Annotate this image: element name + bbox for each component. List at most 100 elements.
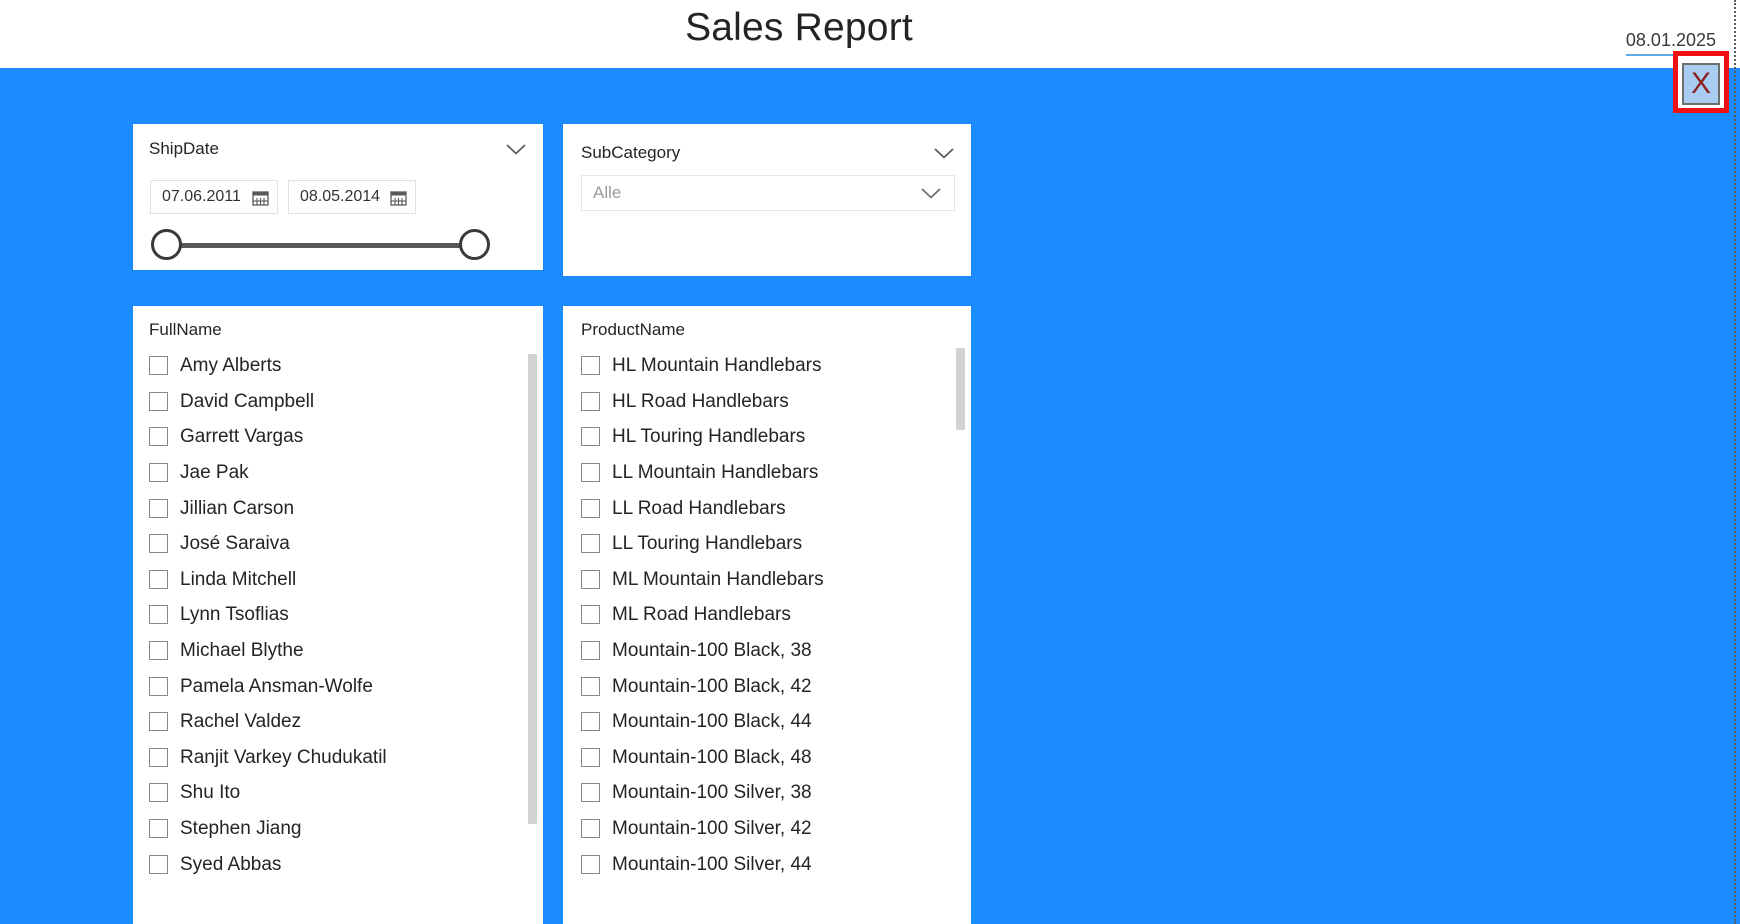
list-item[interactable]: LL Mountain Handlebars xyxy=(563,455,971,491)
productname-item-label: HL Mountain Handlebars xyxy=(612,355,822,377)
productname-item-checkbox[interactable] xyxy=(581,463,600,483)
productname-item-checkbox[interactable] xyxy=(581,712,600,732)
shipdate-range-slider[interactable] xyxy=(151,229,491,263)
productname-item-checkbox[interactable] xyxy=(581,605,600,625)
list-item[interactable]: Amy Alberts xyxy=(133,348,543,384)
fullname-item-checkbox[interactable] xyxy=(149,712,168,732)
list-item[interactable]: Pamela Ansman-Wolfe xyxy=(133,668,543,704)
fullname-item-label: Pamela Ansman-Wolfe xyxy=(180,675,373,697)
productname-slicer-title: ProductName xyxy=(581,320,685,339)
close-button[interactable]: X xyxy=(1682,63,1720,105)
list-item[interactable]: HL Touring Handlebars xyxy=(563,419,971,455)
fullname-slicer-title: FullName xyxy=(149,320,222,339)
list-item[interactable]: Michael Blythe xyxy=(133,633,543,669)
list-item[interactable]: HL Road Handlebars xyxy=(563,384,971,420)
list-item[interactable]: Mountain-100 Black, 38 xyxy=(563,633,971,669)
productname-item-label: HL Road Handlebars xyxy=(612,390,789,412)
list-item[interactable]: ML Mountain Handlebars xyxy=(563,562,971,598)
fullname-item-checkbox[interactable] xyxy=(149,427,168,447)
list-item[interactable]: Shu Ito xyxy=(133,775,543,811)
list-item[interactable]: Mountain-100 Black, 44 xyxy=(563,704,971,740)
fullname-item-checkbox[interactable] xyxy=(149,747,168,767)
productname-item-checkbox[interactable] xyxy=(581,854,600,874)
fullname-item-checkbox[interactable] xyxy=(149,605,168,625)
fullname-item-label: Shu Ito xyxy=(180,782,241,804)
list-item[interactable]: Ranjit Varkey Chudukatil xyxy=(133,740,543,776)
productname-item-checkbox[interactable] xyxy=(581,427,600,447)
list-item[interactable]: Mountain-100 Black, 42 xyxy=(563,668,971,704)
list-item[interactable]: Lynn Tsoflias xyxy=(133,597,543,633)
list-item[interactable]: HL Mountain Handlebars xyxy=(563,348,971,384)
fullname-item-label: Lynn Tsoflias xyxy=(180,604,289,626)
productname-item-checkbox[interactable] xyxy=(581,356,600,376)
productname-item-checkbox[interactable] xyxy=(581,747,600,767)
productname-scrollbar[interactable] xyxy=(956,348,965,430)
productname-item-label: LL Mountain Handlebars xyxy=(612,462,819,484)
list-item[interactable]: LL Touring Handlebars xyxy=(563,526,971,562)
list-item[interactable]: José Saraiva xyxy=(133,526,543,562)
chevron-down-icon[interactable] xyxy=(920,187,942,200)
productname-item-checkbox[interactable] xyxy=(581,641,600,661)
fullname-item-checkbox[interactable] xyxy=(149,569,168,589)
subcategory-selected-value: Alle xyxy=(593,183,622,202)
fullname-item-checkbox[interactable] xyxy=(149,356,168,376)
shipdate-from-input[interactable]: 07.06.2011 xyxy=(150,180,278,214)
page-boundary-guide xyxy=(1734,0,1736,924)
productname-item-label: Mountain-100 Black, 38 xyxy=(612,640,812,662)
list-item[interactable]: Stephen Jiang xyxy=(133,811,543,847)
fullname-item-label: Rachel Valdez xyxy=(180,711,302,733)
fullname-list[interactable]: Amy Alberts David Campbell Garrett Vargas J… xyxy=(133,348,543,924)
productname-item-checkbox[interactable] xyxy=(581,676,600,696)
shipdate-from-value: 07.06.2011 xyxy=(162,188,241,205)
productname-item-checkbox[interactable] xyxy=(581,783,600,803)
calendar-icon[interactable] xyxy=(390,189,407,206)
chevron-down-icon[interactable] xyxy=(933,147,955,160)
fullname-item-checkbox[interactable] xyxy=(149,783,168,803)
fullname-item-label: Linda Mitchell xyxy=(180,568,297,590)
productname-item-checkbox[interactable] xyxy=(581,819,600,839)
productname-item-checkbox[interactable] xyxy=(581,534,600,554)
productname-item-checkbox[interactable] xyxy=(581,498,600,518)
shipdate-slicer: ShipDate 07.06.2011 08.05.2014 xyxy=(133,124,543,270)
list-item[interactable]: LL Road Handlebars xyxy=(563,490,971,526)
list-item[interactable]: Linda Mitchell xyxy=(133,562,543,598)
fullname-item-label: David Campbell xyxy=(180,390,315,412)
list-item[interactable]: Jillian Carson xyxy=(133,490,543,526)
calendar-icon[interactable] xyxy=(252,189,269,206)
slider-handle-end[interactable] xyxy=(459,229,490,260)
shipdate-slicer-title: ShipDate xyxy=(149,139,219,158)
fullname-item-label: Ranjit Varkey Chudukatil xyxy=(180,746,387,768)
list-item[interactable]: Jae Pak xyxy=(133,455,543,491)
fullname-item-checkbox[interactable] xyxy=(149,641,168,661)
productname-list[interactable]: HL Mountain Handlebars HL Road Handlebars… xyxy=(563,348,971,924)
list-item[interactable]: Syed Abbas xyxy=(133,846,543,882)
fullname-item-checkbox[interactable] xyxy=(149,676,168,696)
page-title: Sales Report xyxy=(685,6,913,49)
fullname-item-checkbox[interactable] xyxy=(149,463,168,483)
list-item[interactable]: Rachel Valdez xyxy=(133,704,543,740)
slider-handle-start[interactable] xyxy=(151,229,182,260)
list-item[interactable]: Garrett Vargas xyxy=(133,419,543,455)
list-item[interactable]: Mountain-100 Silver, 44 xyxy=(563,846,971,882)
productname-item-label: HL Touring Handlebars xyxy=(612,426,806,448)
fullname-scrollbar[interactable] xyxy=(528,354,537,824)
fullname-item-checkbox[interactable] xyxy=(149,498,168,518)
productname-item-checkbox[interactable] xyxy=(581,569,600,589)
productname-item-label: Mountain-100 Black, 42 xyxy=(612,675,812,697)
fullname-item-label: Jae Pak xyxy=(180,462,249,484)
fullname-item-checkbox[interactable] xyxy=(149,391,168,411)
subcategory-dropdown[interactable]: Alle xyxy=(581,175,955,211)
list-item[interactable]: David Campbell xyxy=(133,384,543,420)
fullname-item-label: Michael Blythe xyxy=(180,640,304,662)
shipdate-to-value: 08.05.2014 xyxy=(300,188,381,205)
shipdate-to-input[interactable]: 08.05.2014 xyxy=(288,180,416,214)
list-item[interactable]: Mountain-100 Black, 48 xyxy=(563,740,971,776)
fullname-item-checkbox[interactable] xyxy=(149,819,168,839)
chevron-down-icon[interactable] xyxy=(505,143,527,156)
fullname-item-checkbox[interactable] xyxy=(149,854,168,874)
productname-item-checkbox[interactable] xyxy=(581,391,600,411)
list-item[interactable]: Mountain-100 Silver, 42 xyxy=(563,811,971,847)
list-item[interactable]: Mountain-100 Silver, 38 xyxy=(563,775,971,811)
list-item[interactable]: ML Road Handlebars xyxy=(563,597,971,633)
fullname-item-checkbox[interactable] xyxy=(149,534,168,554)
